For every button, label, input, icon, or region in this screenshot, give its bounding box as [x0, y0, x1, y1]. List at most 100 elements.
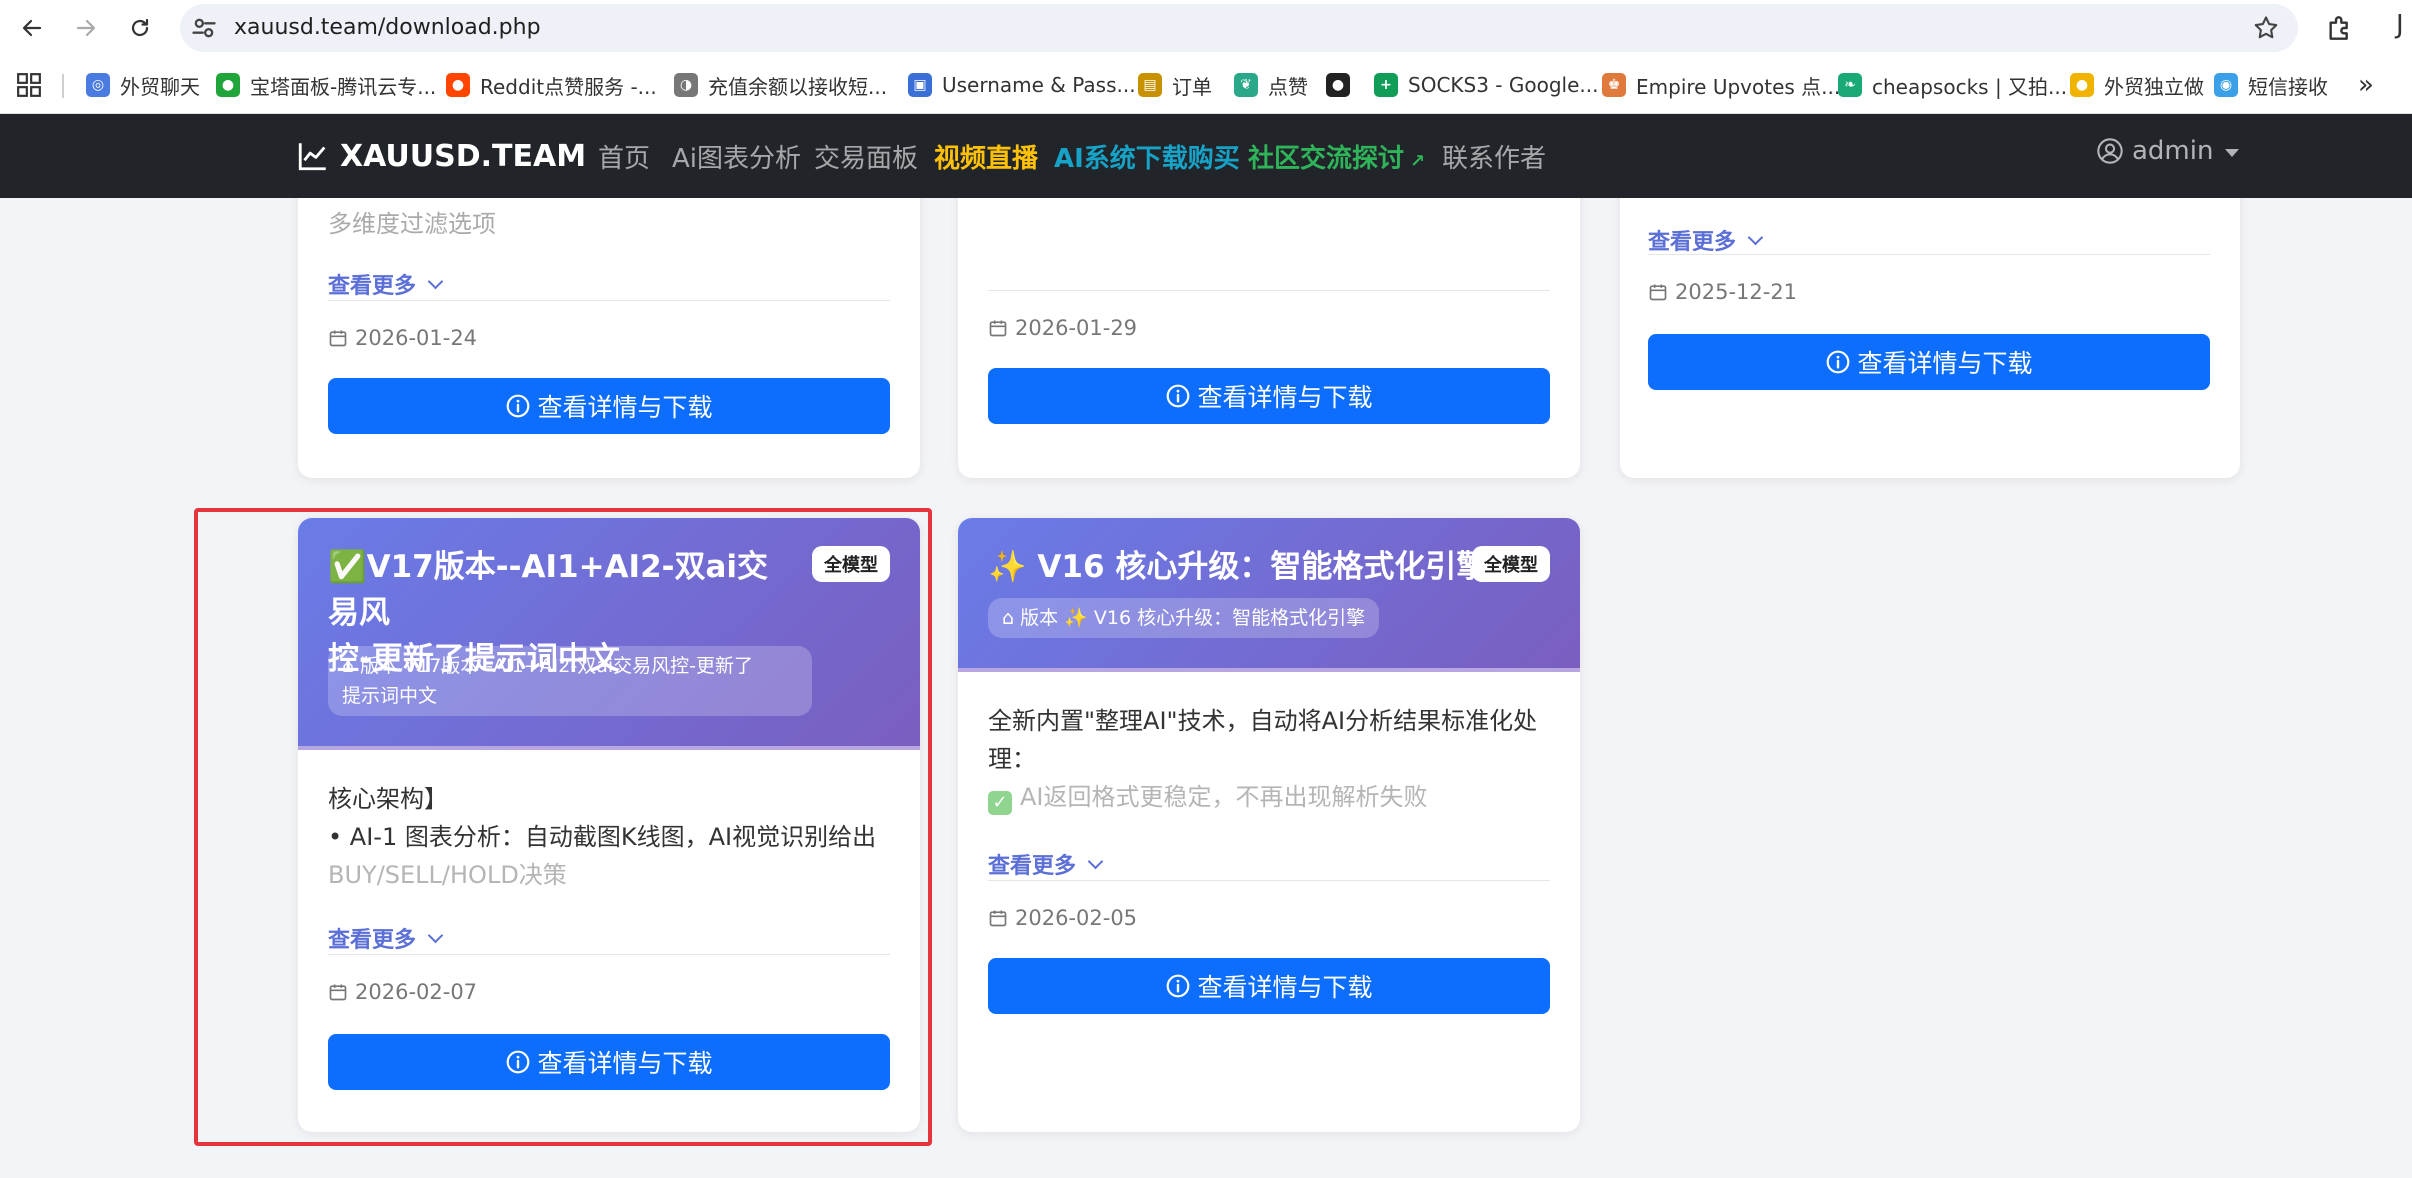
external-link-icon: ↗	[1410, 151, 1426, 172]
sparkles-icon: ✨	[988, 549, 1027, 585]
check-box-icon: ✓	[988, 791, 1012, 815]
info-circle-icon	[1167, 384, 1190, 408]
brand-link[interactable]: XAUUSD.TEAM	[296, 136, 586, 176]
calendar-icon	[989, 910, 1007, 927]
view-details-download-button[interactable]: 查看详情与下载	[328, 1034, 890, 1090]
view-details-download-button[interactable]: 查看详情与下载	[1648, 334, 2210, 390]
bookmarks-bar: ◎ 外贸聊天 ● 宝塔面板-腾讯云专... ● Reddit点赞服务 -... ◑ 充值余额以…	[0, 56, 2412, 114]
bookmark-item[interactable]: + SOCKS3 - Google...	[1374, 70, 1598, 100]
nav-link-ai-download[interactable]: AI系统下载购买	[1054, 138, 1240, 175]
bookmark-label: 外贸聊天	[120, 74, 200, 99]
desc-line-3: ✓ AI返回格式更稳定，不再出现解析失败	[988, 778, 1558, 816]
apps-grid-icon[interactable]	[16, 72, 42, 98]
chevron-down-icon	[1747, 229, 1764, 245]
extensions-icon[interactable]	[2324, 12, 2356, 44]
more-bookmarks-button[interactable]: »	[2358, 70, 2374, 100]
tag-icon: ⌂	[1002, 607, 1015, 629]
date-text: 2026-02-07	[355, 980, 478, 1004]
bookmark-item[interactable]: ●	[1326, 70, 1360, 100]
button-label: 查看详情与下载	[1197, 973, 1373, 1002]
sheets-icon: +	[1374, 73, 1398, 97]
profile-avatar[interactable]: J	[2396, 10, 2404, 40]
bookmark-item[interactable]: ❧ cheapsocks | 又拍...	[1838, 70, 2067, 100]
show-more-link[interactable]: 查看更多	[328, 268, 444, 300]
address-bar[interactable]: xauusd.team/download.php	[180, 4, 2298, 52]
forward-button[interactable]	[66, 8, 106, 48]
title-text: V16 核心升级：智能格式化引擎	[1037, 549, 1488, 585]
card-description: 核心架构】 • AI-1 图表分析：自动截图K线图，AI视觉识别给出 BUY/S…	[328, 780, 898, 894]
button-label: 查看详情与下载	[1197, 383, 1373, 412]
card-date: 2026-01-29	[988, 316, 1137, 340]
show-more-label: 查看更多	[328, 274, 417, 299]
download-card: 查看更多 2025-12-21 查看详情与下载	[1620, 198, 2240, 478]
tag-line-2: 提示词中文	[342, 685, 438, 707]
card-date: 2025-12-21	[1648, 280, 1797, 304]
login-icon: ▣	[908, 73, 932, 97]
nav-link-contact[interactable]: 联系作者	[1442, 138, 1546, 175]
show-more-link[interactable]: 查看更多	[1648, 224, 1764, 256]
button-label: 查看详情与下载	[537, 393, 713, 422]
bookmark-label: 点赞	[1268, 74, 1308, 99]
bookmark-item[interactable]: ◑ 充值余额以接收短...	[674, 70, 887, 100]
nav-link-community[interactable]: 社区交流探讨 ↗	[1248, 138, 1425, 175]
brand-text: XAUUSD.TEAM	[340, 138, 587, 174]
nav-link-trading-panel[interactable]: 交易面板	[814, 138, 918, 175]
show-more-label: 查看更多	[1648, 230, 1737, 255]
tag-icon: ⌂	[342, 655, 355, 677]
date-text: 2026-01-24	[355, 326, 478, 350]
tag-text: V16 核心升级：智能格式化引擎	[1093, 607, 1366, 629]
bookmark-star-icon[interactable]	[2252, 14, 2280, 42]
divider	[1648, 254, 2210, 255]
bookmark-item[interactable]: ◉ 短信接收	[2214, 70, 2328, 100]
model-badge: 全模型	[1472, 546, 1550, 582]
view-details-download-button[interactable]: 查看详情与下载	[988, 368, 1550, 424]
bookmark-item[interactable]: ▣ Username & Pass...	[908, 70, 1136, 100]
chevron-down-icon	[1087, 853, 1104, 869]
url-text[interactable]: xauusd.team/download.php	[234, 15, 541, 40]
info-circle-icon	[507, 1050, 530, 1074]
bookmark-label: SOCKS3 - Google...	[1408, 73, 1599, 97]
card-description: 多维度过滤选项	[328, 210, 496, 238]
site-settings-icon[interactable]	[190, 14, 218, 42]
user-dropdown[interactable]: admin	[2096, 136, 2240, 166]
calendar-icon	[329, 984, 347, 1001]
nav-link-ai-chart[interactable]: Ai图表分析	[672, 138, 801, 175]
tag-line-1: 版本 V17版本--AI1+AI2-双ai交易风控-更新了	[360, 655, 753, 677]
chevron-down-icon	[427, 927, 444, 943]
nav-link-live-video[interactable]: 视频直播	[934, 138, 1038, 175]
model-badge: 全模型	[812, 546, 890, 582]
bookmark-label: 充值余额以接收短...	[708, 74, 888, 99]
show-more-link[interactable]: 查看更多	[328, 922, 444, 954]
bookmark-item[interactable]: ♚ Empire Upvotes 点...	[1602, 70, 1840, 100]
nav-link-home[interactable]: 首页	[598, 138, 650, 175]
bookmark-label: 订单	[1172, 74, 1212, 99]
sparkles-icon: ✨	[1064, 607, 1088, 629]
header-divider	[298, 746, 920, 750]
bookmark-item[interactable]: ▤ 订单	[1138, 70, 1212, 100]
download-card: 2026-01-29 查看详情与下载	[958, 198, 1580, 478]
header-divider	[958, 668, 1580, 672]
back-button[interactable]	[12, 8, 52, 48]
desc-line-1: 全新内置"整理AI"技术，自动将AI分析结果标准化处	[988, 707, 1538, 735]
sms-icon: ◑	[674, 73, 698, 97]
button-label: 查看详情与下载	[1857, 349, 2033, 378]
bookmark-item[interactable]: ❦ 点赞	[1234, 70, 1308, 100]
user-circle-icon	[2097, 138, 2123, 164]
bookmark-item[interactable]: ● 外贸独立做	[2070, 70, 2204, 100]
view-details-download-button[interactable]: 查看详情与下载	[328, 378, 890, 434]
bookmark-item[interactable]: ● Reddit点赞服务 -...	[446, 70, 657, 100]
bookmark-item[interactable]: ◎ 外贸聊天	[86, 70, 200, 100]
leaf-icon: ❧	[1838, 73, 1862, 97]
arrow-left-icon	[22, 19, 42, 37]
chat-bubble-icon: ◎	[86, 73, 110, 97]
chart-line-icon	[298, 143, 326, 171]
show-more-link[interactable]: 查看更多	[988, 848, 1104, 880]
divider	[988, 880, 1550, 881]
reload-button[interactable]	[120, 8, 160, 48]
bookmark-item[interactable]: ● 宝塔面板-腾讯云专...	[216, 70, 436, 100]
browser-toolbar: xauusd.team/download.php J	[0, 0, 2412, 56]
date-text: 2026-02-05	[1015, 906, 1138, 930]
nav-link-community-label: 社区交流探讨	[1248, 144, 1405, 174]
desc-line-3: BUY/SELL/HOLD决策	[328, 861, 567, 889]
view-details-download-button[interactable]: 查看详情与下载	[988, 958, 1550, 1014]
